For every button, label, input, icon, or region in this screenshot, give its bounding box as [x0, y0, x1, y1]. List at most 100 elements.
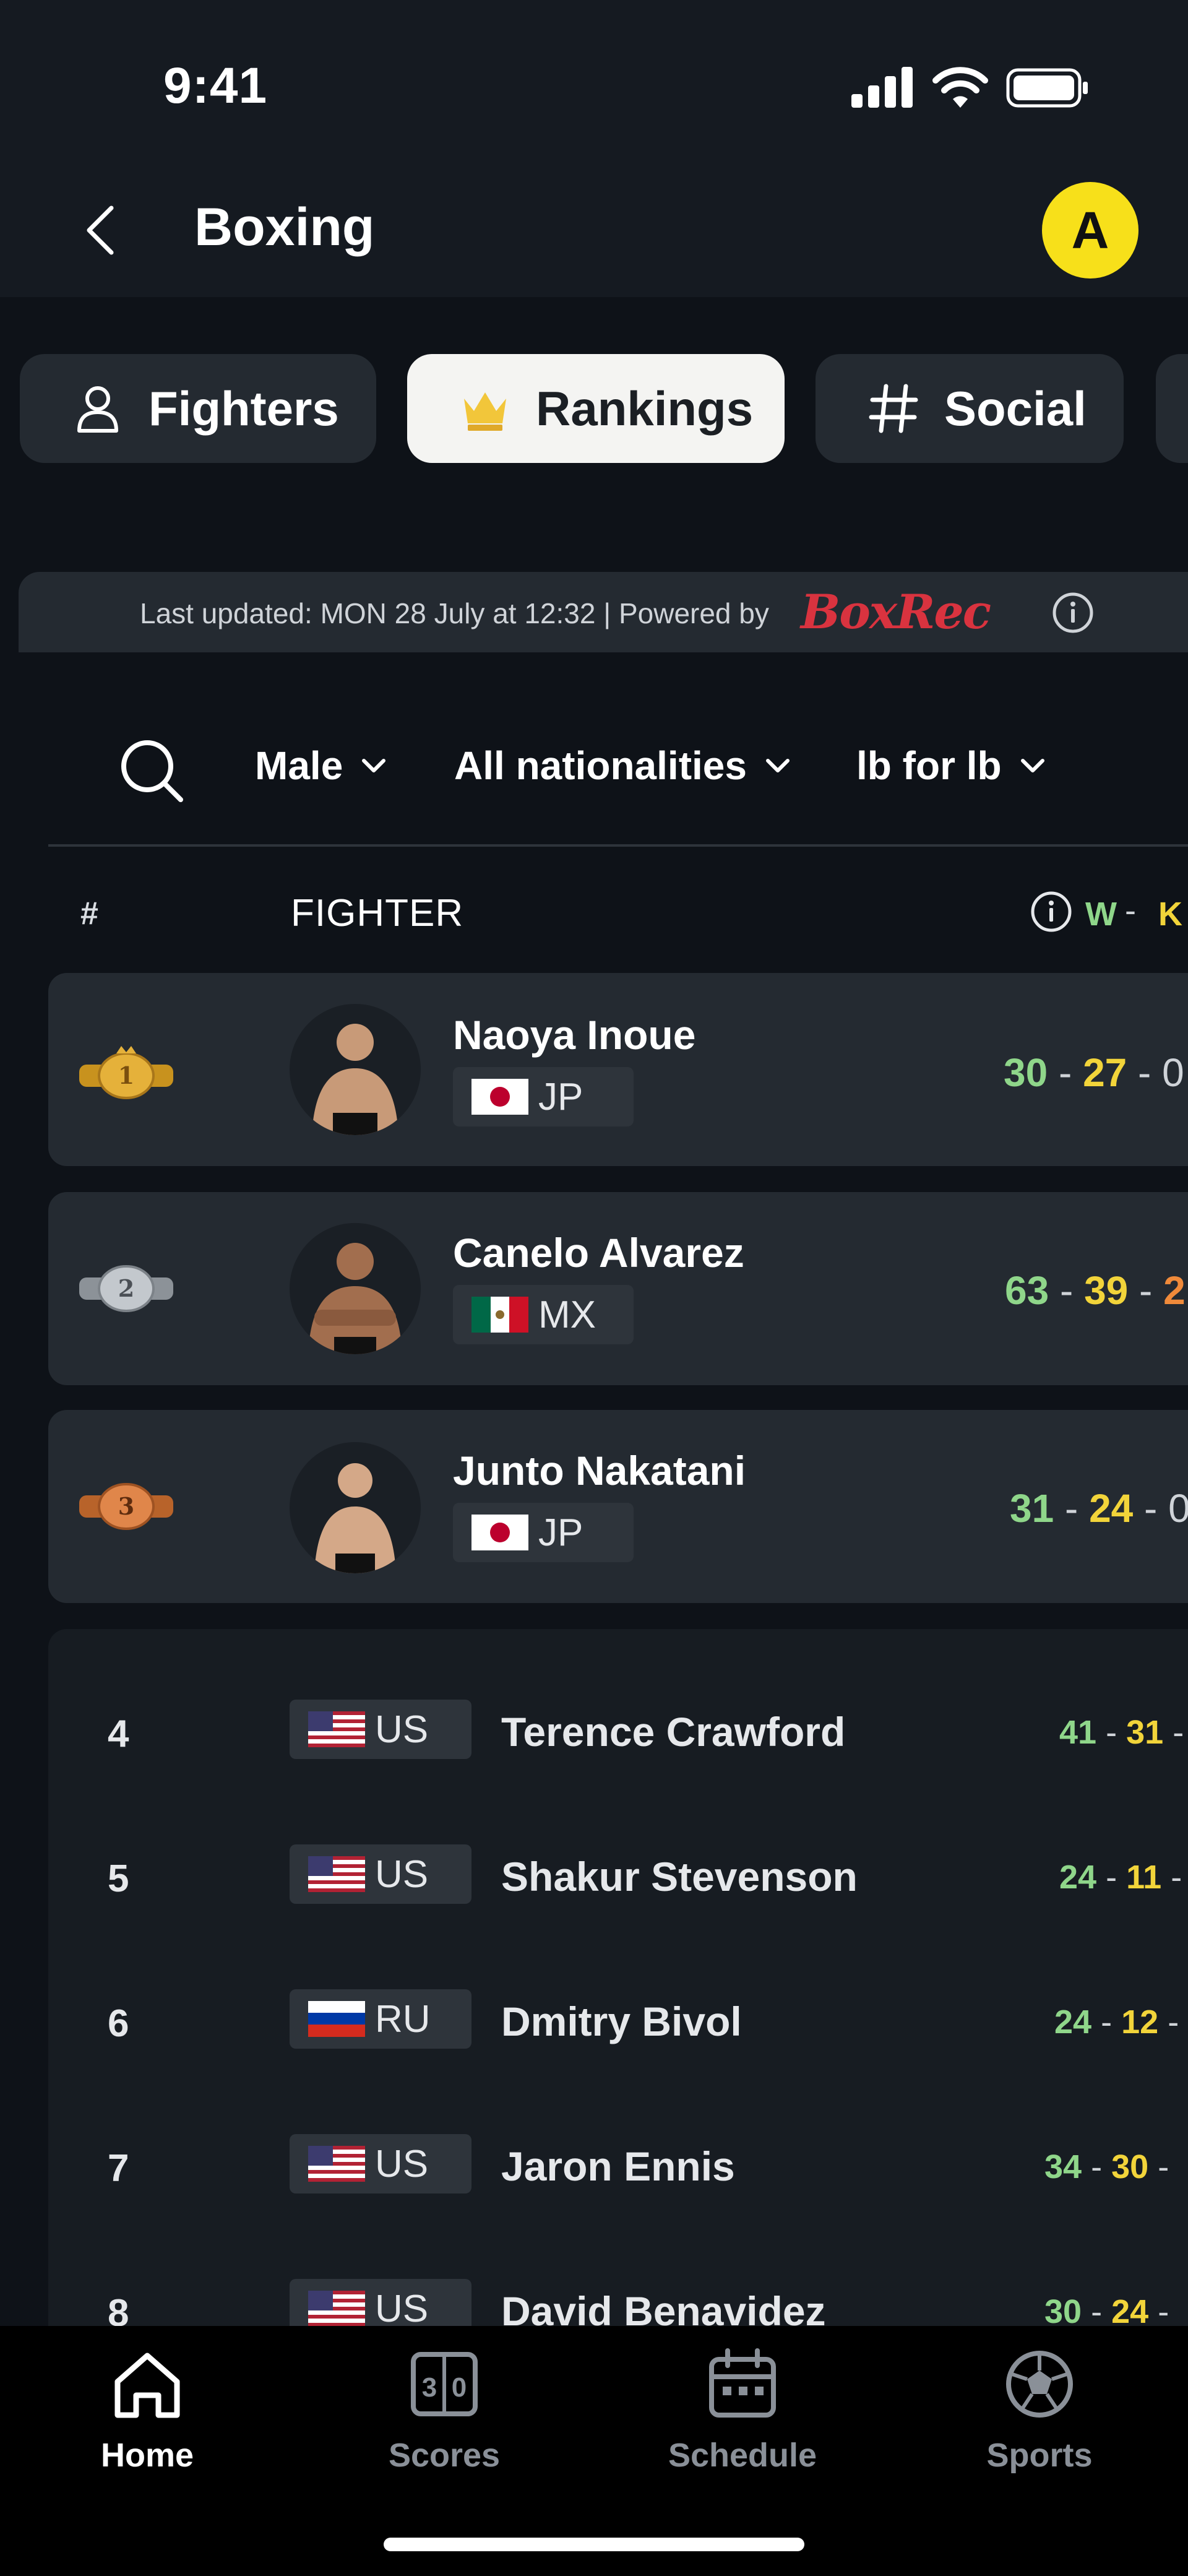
calendar-icon [709, 2348, 776, 2418]
tab-label: Rankings [536, 381, 754, 436]
nav-schedule[interactable]: Schedule [650, 2346, 835, 2474]
crown-icon [464, 392, 506, 431]
nav-label: Schedule [668, 2437, 817, 2474]
avatar[interactable]: A [1042, 182, 1138, 279]
hashtag-icon [869, 384, 918, 433]
tab-more[interactable] [1156, 354, 1188, 463]
tab-fighters[interactable]: Fighters [20, 354, 376, 463]
cellular-signal-icon [851, 67, 913, 108]
record-kos: 24 [1089, 1486, 1134, 1531]
app-header [0, 173, 1188, 297]
record-wins: 30 [1004, 1050, 1048, 1095]
gender-filter-value: Male [255, 743, 343, 788]
home-icon [114, 2353, 180, 2418]
chevron-down-icon [362, 759, 386, 772]
record-wins: 63 [1005, 1268, 1049, 1313]
ranking-type-filter-value: lb for lb [856, 743, 1002, 788]
home-indicator [384, 2538, 804, 2551]
svg-text:3: 3 [422, 2372, 437, 2403]
tab-label: Fighters [148, 381, 339, 436]
japan-flag-icon [471, 1515, 528, 1550]
rank-number: 4 [108, 1713, 129, 1755]
nationality-filter-dropdown[interactable]: All nationalities [454, 743, 791, 789]
fighter-record: 31 - 24 - 0 [1010, 1485, 1188, 1531]
record-wins: 30 [1044, 2293, 1082, 2330]
chevron-down-icon [1020, 759, 1044, 772]
record-kos: 31 [1126, 1714, 1164, 1751]
nav-label: Sports [986, 2437, 1093, 2474]
country-code: MX [538, 1293, 596, 1336]
fighter-name: Canelo Alvarez [453, 1230, 744, 1276]
fighter-name[interactable]: Jaron Ennis [501, 2143, 735, 2190]
nav-scores[interactable]: 3 0 Scores [351, 2346, 537, 2474]
rank-number: 7 [108, 2147, 129, 2190]
nav-home[interactable]: Home [54, 2346, 240, 2474]
country-badge: US [290, 1844, 471, 1904]
fighter-name: Naoya Inoue [453, 1012, 696, 1058]
column-header-rank: # [80, 896, 98, 931]
fighter-record: 34 - 30 - [1044, 2148, 1169, 2185]
gender-filter-dropdown[interactable]: Male [255, 743, 387, 789]
country-badge: MX [453, 1285, 634, 1344]
tab-social[interactable]: Social [816, 354, 1124, 463]
country-code: US [375, 1708, 429, 1751]
column-header-kos: K [1158, 896, 1182, 933]
country-badge: JP [453, 1067, 634, 1126]
country-code: JP [538, 1075, 583, 1118]
record-kos: 24 [1111, 2293, 1149, 2330]
record-kos: 30 [1111, 2148, 1149, 2185]
russia-flag-icon [308, 2001, 365, 2037]
fighter-name[interactable]: Dmitry Bivol [501, 1998, 742, 2045]
chevron-left-icon [87, 205, 114, 255]
record-kos: 12 [1121, 2003, 1159, 2041]
rank-number: 5 [108, 1857, 129, 1900]
nav-label: Scores [388, 2437, 501, 2474]
record-kos: 11 [1126, 1859, 1162, 1896]
medal-rank: 2 [118, 1274, 134, 1302]
fighter-record: 63 - 39 - 2 [1005, 1268, 1186, 1313]
bronze-belt-medal-icon: 3 [79, 1483, 173, 1530]
medal-rank: 1 [118, 1061, 134, 1089]
medal-rank: 3 [118, 1492, 134, 1520]
info-icon[interactable] [1052, 592, 1094, 634]
usa-flag-icon [308, 1711, 365, 1747]
person-icon [77, 386, 118, 433]
record-losses: 2 [1163, 1268, 1186, 1313]
search-icon[interactable] [118, 737, 186, 805]
info-icon[interactable] [1030, 890, 1073, 933]
fighter-record: 30 - 24 - [1044, 2293, 1169, 2330]
country-code: US [375, 2142, 429, 2185]
record-wins: 24 [1054, 2003, 1092, 2041]
gold-belt-medal-icon: 1 [79, 1046, 173, 1099]
chevron-down-icon [765, 759, 790, 772]
soccer-ball-icon [1006, 2351, 1073, 2418]
divider [48, 844, 1188, 847]
fighter-record: 24 - 12 - [1054, 2003, 1179, 2041]
silver-belt-medal-icon: 2 [79, 1265, 173, 1312]
fighter-record: 30 - 27 - 0 [1004, 1050, 1184, 1095]
ranking-type-filter-dropdown[interactable]: lb for lb [856, 743, 1046, 789]
status-time: 9:41 [163, 58, 268, 114]
back-button[interactable] [74, 198, 126, 262]
fighter-record: 24 - 11 - [1059, 1859, 1182, 1896]
record-losses: 0 [1168, 1486, 1188, 1531]
rank-number: 6 [108, 2002, 129, 2045]
nav-sports[interactable]: Sports [947, 2346, 1132, 2474]
fighter-silhouette-icon [314, 1463, 396, 1573]
record-kos: 39 [1084, 1268, 1129, 1313]
country-code: US [375, 2287, 429, 2330]
tab-rankings[interactable]: Rankings [407, 354, 785, 463]
record-wins: 41 [1059, 1714, 1097, 1751]
fighter-name[interactable]: Shakur Stevenson [501, 1853, 858, 1900]
country-badge: US [290, 1700, 471, 1759]
record-wins: 31 [1010, 1486, 1054, 1531]
country-code: JP [538, 1511, 583, 1554]
battery-icon [1006, 68, 1088, 108]
fighter-name[interactable]: Terence Crawford [501, 1708, 845, 1755]
svg-text:0: 0 [452, 2372, 467, 2403]
record-wins: 34 [1044, 2148, 1082, 2185]
fighter-photo [290, 1223, 421, 1354]
mexico-flag-icon [471, 1297, 528, 1333]
fighter-record: 41 - 31 - [1059, 1714, 1184, 1751]
country-badge: RU [290, 1989, 471, 2049]
